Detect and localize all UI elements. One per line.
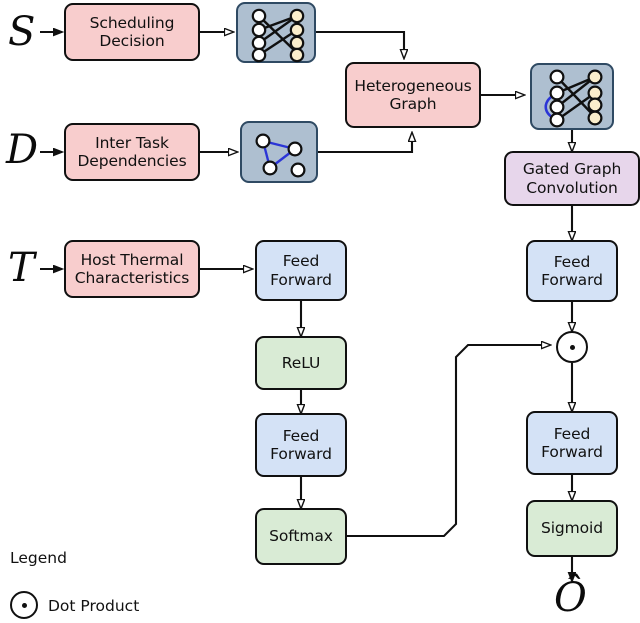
block-scheduling-decision[interactable]: Scheduling Decision: [64, 3, 200, 61]
block-relu[interactable]: ReLU: [255, 336, 347, 390]
block-label-line1: Heterogeneous: [354, 76, 472, 95]
graph-panel-dependencies: [240, 121, 318, 183]
diagram-canvas: S D T Scheduling Decision Inter Task Dep…: [0, 0, 640, 623]
block-host-thermal-characteristics[interactable]: Host Thermal Characteristics: [64, 240, 200, 298]
dot-product-operator[interactable]: [556, 331, 588, 363]
graph-panel-bipartite: [236, 2, 316, 63]
block-label-line1: Scheduling: [89, 13, 175, 32]
block-label-line1: Inter Task: [95, 133, 169, 152]
block-feed-forward-mid-top[interactable]: Feed Forward: [255, 240, 347, 301]
block-softmax[interactable]: Softmax: [255, 508, 347, 565]
input-symbol-s: S: [8, 9, 36, 55]
legend-dot-product-icon: [10, 591, 38, 619]
block-label-line1: ReLU: [281, 353, 321, 372]
block-label-line2: Forward: [541, 271, 603, 289]
block-heterogeneous-graph[interactable]: Heterogeneous Graph: [345, 62, 481, 128]
block-label-line2: Decision: [99, 32, 165, 50]
block-label-line2: Convolution: [526, 178, 618, 197]
block-label-line2: Graph: [389, 95, 437, 113]
block-feed-forward-right-top[interactable]: Feed Forward: [526, 240, 618, 302]
block-label-line1: Gated Graph: [522, 160, 622, 179]
block-label-line1: Feed: [553, 252, 591, 271]
input-symbol-t: T: [8, 245, 35, 291]
block-feed-forward-mid-bottom[interactable]: Feed Forward: [255, 413, 347, 477]
input-symbol-d: D: [6, 127, 39, 173]
block-gated-graph-convolution[interactable]: Gated Graph Convolution: [504, 151, 640, 206]
block-label-line1: Feed: [282, 252, 320, 271]
block-label-line2: Forward: [541, 443, 603, 461]
block-feed-forward-right-bottom[interactable]: Feed Forward: [526, 411, 618, 475]
graph-panel-heterogeneous: [530, 63, 614, 130]
block-label-line1: Sigmoid: [540, 519, 603, 538]
block-label-line2: Forward: [270, 270, 332, 289]
block-label-line1: Softmax: [269, 527, 333, 546]
wire-depgraph-to-hetgraph: [318, 133, 412, 154]
block-label-line2: Characteristics: [74, 269, 190, 287]
wire-softmax-to-dot: [347, 345, 550, 538]
legend-entry-label: Dot Product: [48, 597, 140, 615]
block-label-line1: Host Thermal: [80, 250, 184, 269]
block-inter-task-dependencies[interactable]: Inter Task Dependencies: [64, 123, 200, 181]
legend-title: Legend: [10, 549, 67, 567]
block-label-line1: Feed: [282, 426, 320, 445]
output-symbol: Ô: [554, 575, 587, 621]
wire-bipartite-to-hetgraph: [316, 30, 404, 58]
block-label-line1: Feed: [553, 424, 591, 443]
block-label-line2: Dependencies: [77, 152, 187, 170]
block-label-line2: Forward: [270, 445, 332, 463]
block-sigmoid[interactable]: Sigmoid: [526, 500, 618, 557]
